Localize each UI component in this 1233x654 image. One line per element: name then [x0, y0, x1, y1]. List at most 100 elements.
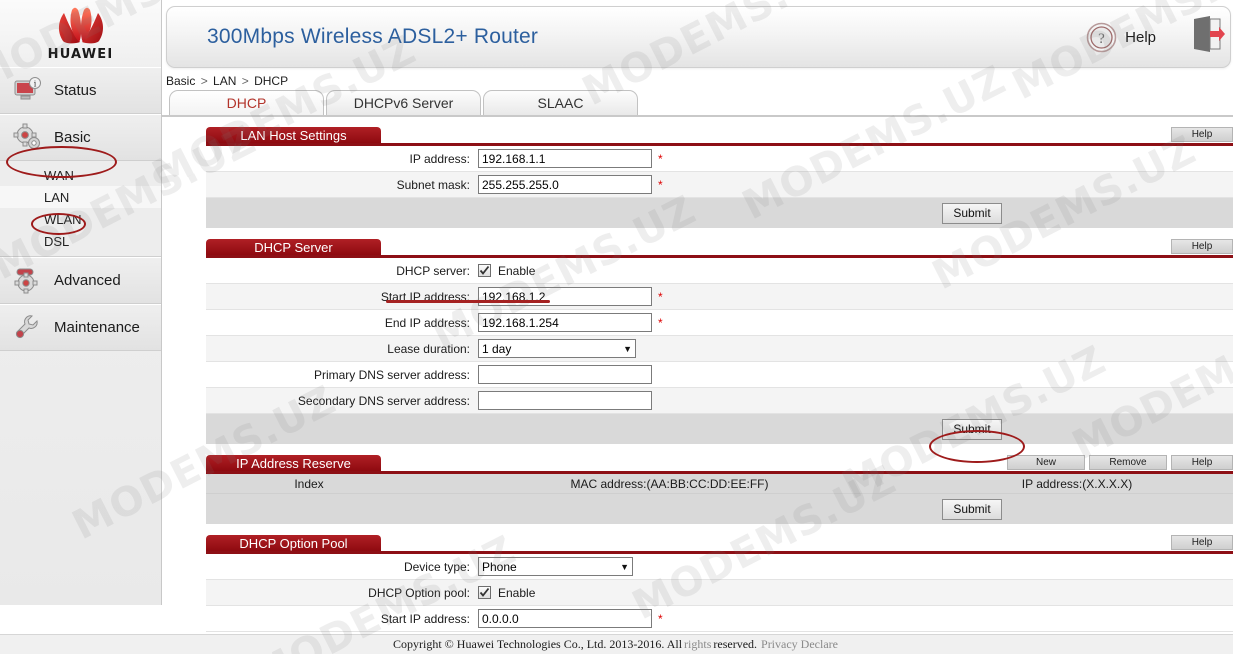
subnet-mask-input[interactable] [478, 175, 652, 194]
panel-header-buttons: Help [1171, 239, 1233, 255]
selected-value: 1 day [482, 341, 512, 356]
sidebar-item-wan[interactable]: WAN [0, 164, 161, 186]
field-label: Start IP address: [380, 289, 470, 304]
help-button[interactable]: Help [1171, 535, 1233, 550]
privacy-declare-link[interactable]: Privacy Declare [757, 637, 840, 652]
remove-button[interactable]: Remove [1089, 455, 1167, 470]
header-actions: ? Help [1086, 15, 1230, 60]
submit-button[interactable]: Submit [942, 498, 1002, 520]
required-mark: * [658, 151, 663, 166]
row-secondary-dns: Secondary DNS server address: [206, 388, 1233, 414]
help-button[interactable]: Help [1171, 239, 1233, 254]
tab-dhcp[interactable]: DHCP [169, 90, 324, 115]
panel-dhcp-server: DHCP Server Help DHCP server: Enable Sta… [206, 239, 1233, 444]
monitor-info-icon: i [14, 76, 41, 99]
column-header-mac-address: MAC address:(AA:BB:CC:DD:EE:FF) [570, 476, 769, 491]
breadcrumb-separator: > [241, 74, 249, 88]
question-circle-icon[interactable]: ? [1086, 22, 1117, 53]
panel-header-buttons: Help [1171, 127, 1233, 143]
field-wrap: Phone ▼ [478, 557, 633, 576]
panel-dhcp-option-pool: DHCP Option Pool Help Device type: Phone… [206, 535, 1233, 632]
sidebar-item-label: Maintenance [54, 319, 140, 336]
sidebar-item-basic[interactable]: Basic [0, 114, 161, 161]
field-wrap: Enable [478, 586, 535, 600]
field-label: DHCP Option pool: [368, 585, 470, 600]
help-button[interactable]: Help [1171, 455, 1233, 470]
ip-address-input[interactable] [478, 149, 652, 168]
required-mark: * [658, 611, 663, 626]
row-option-pool-start-ip: Start IP address: * [206, 606, 1233, 632]
page-title: 300Mbps Wireless ADSL2+ Router [207, 25, 539, 48]
sidebar-item-maintenance[interactable]: Maintenance [0, 304, 161, 351]
breadcrumb-separator: > [200, 74, 208, 88]
field-wrap: * [478, 609, 663, 628]
new-button[interactable]: New [1007, 455, 1085, 470]
submit-button[interactable]: Submit [942, 418, 1002, 440]
sidebar-item-label: Status [54, 82, 97, 99]
field-label: Primary DNS server address: [313, 367, 470, 382]
row-device-type: Device type: Phone ▼ [206, 554, 1233, 580]
tab-dhcpv6-server[interactable]: DHCPv6 Server [326, 90, 481, 115]
panel-header-buttons: Help [1171, 535, 1233, 551]
row-ip-address: IP address: * [206, 146, 1233, 172]
enable-label: Enable [498, 585, 536, 600]
svg-text:?: ? [1098, 31, 1105, 47]
field-wrap: * [478, 149, 663, 168]
gears-icon [13, 123, 40, 149]
panel-title: LAN Host Settings [206, 127, 381, 143]
row-start-ip: Start IP address: * [206, 284, 1233, 310]
sidebar-item-status[interactable]: i Status [0, 67, 161, 114]
help-button[interactable]: Help [1171, 127, 1233, 142]
field-label: Secondary DNS server address: [297, 393, 470, 408]
router-admin-page: HUAWEI i Status Basic WAN LAN WLAN DSL A… [0, 0, 1233, 654]
row-option-pool-enable: DHCP Option pool: Enable [206, 580, 1233, 606]
wrench-icon [15, 314, 38, 338]
sidebar-item-dsl[interactable]: DSL [0, 230, 161, 252]
sidebar-item-label: Advanced [54, 272, 121, 289]
sidebar-item-advanced[interactable]: Advanced [0, 257, 161, 304]
panel-title: DHCP Option Pool [206, 535, 381, 551]
submit-button[interactable]: Submit [942, 202, 1002, 224]
row-submit: Submit [206, 414, 1233, 444]
tab-bar: DHCP DHCPv6 Server SLAAC [162, 90, 1233, 117]
breadcrumb-item-lan[interactable]: LAN [213, 74, 236, 88]
row-submit: Submit [206, 494, 1233, 524]
chevron-down-icon: ▼ [620, 561, 629, 572]
option-pool-start-ip-input[interactable] [478, 609, 652, 628]
start-ip-input[interactable] [478, 287, 652, 306]
breadcrumb-item-basic[interactable]: Basic [166, 74, 195, 88]
field-label: IP address: [409, 151, 470, 166]
field-wrap: Enable [478, 264, 535, 278]
tab-label: DHCP [226, 95, 267, 111]
field-label: End IP address: [384, 315, 470, 330]
dhcp-server-enable-checkbox[interactable] [478, 264, 491, 277]
lease-duration-select[interactable]: 1 day ▼ [478, 339, 636, 358]
sidebar-subitem-label: LAN [44, 189, 70, 205]
field-wrap [478, 365, 652, 384]
help-label[interactable]: Help [1125, 29, 1156, 46]
device-type-select[interactable]: Phone ▼ [478, 557, 633, 576]
row-submit: Submit [206, 198, 1233, 228]
tab-label: DHCPv6 Server [353, 95, 454, 111]
panel-header: DHCP Option Pool Help [206, 535, 1233, 554]
option-pool-enable-checkbox[interactable] [478, 586, 491, 599]
secondary-dns-input[interactable] [478, 391, 652, 410]
chevron-down-icon: ▼ [623, 343, 632, 354]
main-area: 300Mbps Wireless ADSL2+ Router ? Help Ba… [162, 0, 1233, 654]
column-header-index: Index [294, 476, 324, 491]
end-ip-input[interactable] [478, 313, 652, 332]
primary-dns-input[interactable] [478, 365, 652, 384]
enable-label: Enable [498, 263, 536, 278]
row-subnet-mask: Subnet mask: * [206, 172, 1233, 198]
sidebar-subitem-label: WLAN [44, 211, 82, 227]
sidebar-item-lan[interactable]: LAN [0, 186, 161, 208]
tab-label: SLAAC [537, 95, 584, 111]
gear-tools-icon [14, 268, 38, 293]
row-primary-dns: Primary DNS server address: [206, 362, 1233, 388]
sidebar-item-label: Basic [54, 129, 91, 146]
tab-slaac[interactable]: SLAAC [483, 90, 638, 115]
logout-button[interactable] [1190, 15, 1226, 60]
sidebar-item-wlan[interactable]: WLAN [0, 208, 161, 230]
content-area: LAN Host Settings Help IP address: * Sub… [162, 117, 1233, 632]
panel-title: IP Address Reserve [206, 455, 381, 471]
